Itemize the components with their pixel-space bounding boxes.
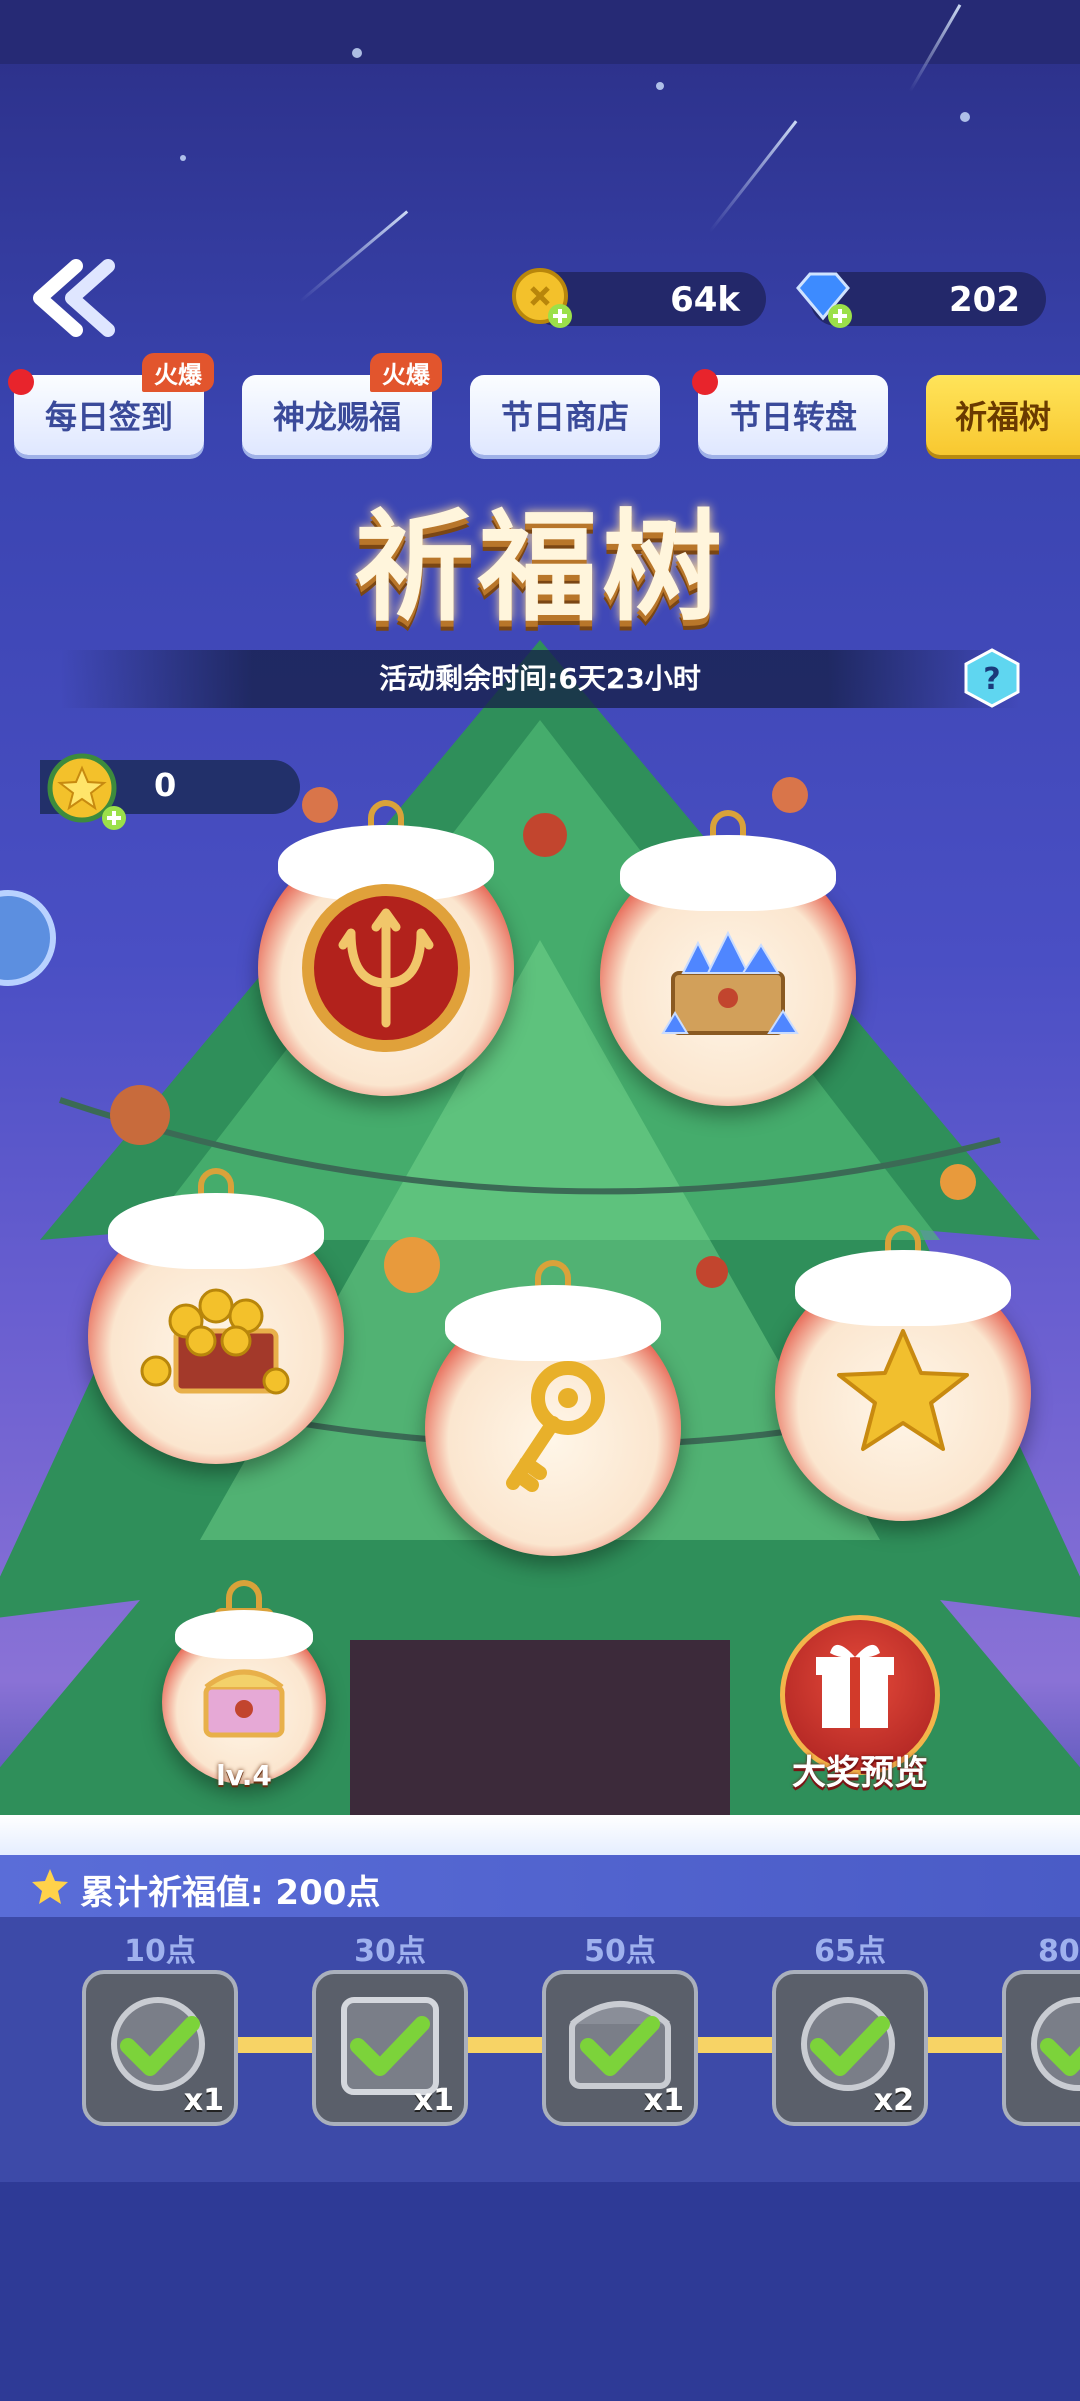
checkmark-icon (1031, 1997, 1080, 2091)
ornament-2[interactable] (600, 810, 856, 1106)
coin-counter[interactable]: 64k (512, 268, 766, 328)
reward-count: x1 (183, 2083, 224, 2118)
meteor-streak (299, 210, 409, 303)
reward-slot[interactable] (1002, 1970, 1080, 2126)
tab-dragon-blessing[interactable]: 神龙赐福 火爆 (242, 353, 442, 455)
ornament-3[interactable] (88, 1168, 344, 1464)
ornament-level: lv.4 (216, 1759, 272, 1792)
tab-wishing-tree[interactable]: 祈福树 (926, 375, 1080, 455)
notification-dot (8, 369, 34, 395)
reward-slot[interactable]: x1 (542, 1970, 698, 2126)
ornament-4[interactable] (425, 1260, 681, 1556)
gem-counter[interactable]: 202 (796, 272, 1046, 328)
back-button[interactable] (24, 258, 124, 338)
hot-badge: 火爆 (142, 353, 214, 392)
tab-label: 节日转盘 (728, 398, 857, 436)
notification-dot (692, 369, 718, 395)
tab-label: 节日商店 (500, 398, 629, 436)
sparkle (180, 155, 186, 161)
bottom-area (0, 2182, 1080, 2401)
meteor-streak (708, 120, 798, 233)
grand-prize-label: 大奖预览 (792, 1753, 928, 1793)
reward-label: 65点 (814, 1934, 886, 1969)
coin-plus-icon (512, 268, 572, 328)
tab-festival-shop[interactable]: 节日商店 (470, 375, 660, 455)
ornament-1[interactable] (258, 800, 514, 1096)
jeweled-chest-icon (203, 1669, 285, 1738)
ornament-6[interactable]: lv.4 (162, 1580, 326, 1792)
gem-chest-icon (661, 930, 799, 1035)
gold-star-icon (837, 1329, 969, 1451)
reward-label: 30点 (354, 1934, 426, 1969)
reward-label: 50点 (584, 1934, 656, 1969)
help-label: ? (983, 662, 1000, 697)
top-strip (0, 0, 1080, 64)
reward-slot[interactable]: x1 (312, 1970, 468, 2126)
wish-points-value: 0 (154, 766, 177, 804)
tab-label: 每日签到 (44, 398, 173, 436)
gem-value: 202 (949, 280, 1020, 320)
cumulative-value: 累计祈福值: 200点 (80, 1873, 381, 1913)
cumulative-bar: 累计祈福值: 200点 (0, 1855, 1080, 1917)
page-title: 祈福树 (354, 499, 726, 638)
reward-count: x1 (643, 2083, 684, 2118)
trident-emblem-icon (302, 884, 470, 1052)
star-coin-plus-icon (47, 753, 126, 830)
event-timer: 活动剩余时间:6天23小时 (60, 650, 1020, 708)
ornament-5[interactable] (775, 1225, 1031, 1521)
reward-label: 10点 (124, 1934, 196, 1969)
tab-label: 祈福树 (954, 398, 1051, 436)
tab-festival-wheel[interactable]: 节日转盘 (692, 369, 888, 455)
snow-ground (0, 1815, 1080, 1855)
reward-slot[interactable]: x2 (772, 1970, 928, 2126)
gift-box-icon (816, 1644, 894, 1728)
reward-count: x1 (413, 2083, 454, 2118)
help-button[interactable]: ? (962, 648, 1022, 708)
gold-coin-chest-icon (140, 1288, 290, 1395)
coin-value: 64k (670, 280, 740, 320)
reward-label: 80点 (1038, 1934, 1080, 1969)
reward-count: x2 (873, 2083, 914, 2118)
star-icon (32, 1869, 68, 1904)
question-hex-icon: ? (964, 648, 1020, 708)
sparkle (352, 48, 362, 58)
tab-label: 神龙赐福 (272, 398, 401, 436)
diamond-plus-icon (796, 272, 852, 328)
golden-key-icon (506, 1361, 605, 1492)
double-chevron-left-icon (33, 259, 115, 337)
sparkle (656, 82, 664, 90)
tab-daily-signin[interactable]: 每日签到 火爆 (8, 353, 214, 455)
sparkle (960, 112, 970, 122)
wish-points[interactable]: 0 (40, 753, 300, 830)
reward-slot[interactable]: x1 (82, 1970, 238, 2126)
hot-badge: 火爆 (370, 353, 442, 392)
